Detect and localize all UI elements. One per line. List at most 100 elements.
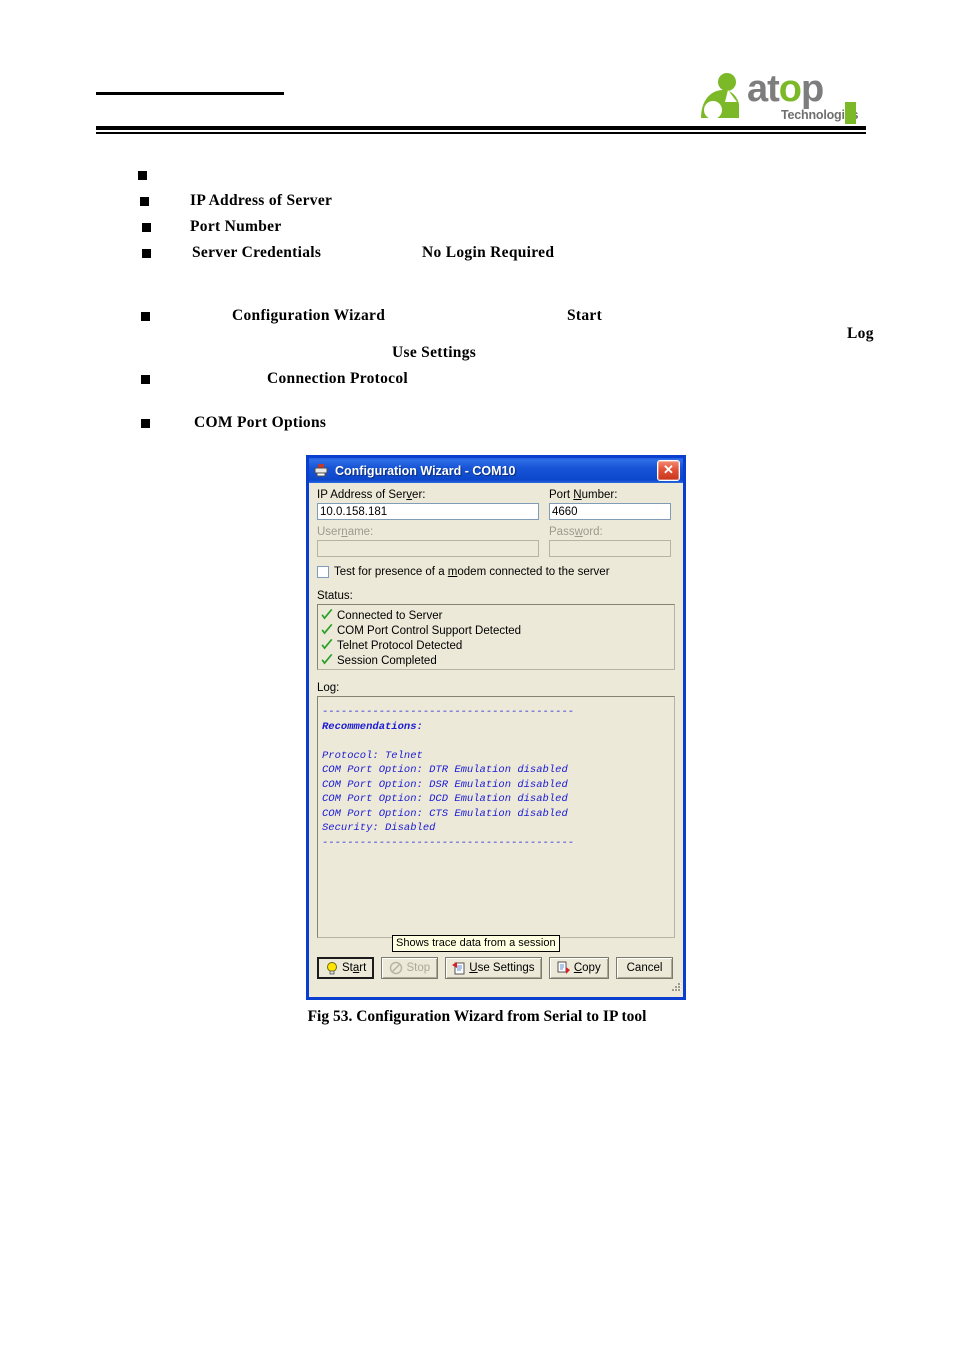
document-header: atop Technologies <box>0 0 954 140</box>
copy-post: opy <box>582 962 601 974</box>
log-line: ---------------------------------------- <box>322 706 575 718</box>
status-item-label: Session Completed <box>337 654 437 667</box>
check-icon <box>321 654 333 665</box>
status-item: Telnet Protocol Detected <box>320 638 672 653</box>
check-icon <box>321 609 333 620</box>
log-line: ---------------------------------------- <box>322 836 575 849</box>
username-label-post: ame: <box>347 526 374 538</box>
password-group: Password: <box>549 526 671 557</box>
dialog-title: Configuration Wizard - COM10 <box>335 463 516 478</box>
log-line: Protocol: Telnet <box>322 749 423 762</box>
port-number-group: Port Number: 4660 <box>549 489 671 520</box>
header-rule-thin <box>96 132 866 134</box>
log-line: Recommendations: <box>322 720 423 733</box>
use-settings-label: Use Settings <box>469 962 534 974</box>
status-list: Connected to Server COM Port Control Supp… <box>317 604 675 670</box>
port-label-post: umber: <box>581 489 618 501</box>
copy-key: C <box>573 962 583 974</box>
username-label-pre: User <box>317 526 342 538</box>
copy-icon <box>557 961 570 974</box>
dialog-body: IP Address of Server: 10.0.158.181 Port … <box>309 483 683 995</box>
use-settings-key: U <box>469 962 478 974</box>
ip-label-post: er: <box>412 489 426 501</box>
bullet-square-icon <box>142 223 151 232</box>
ip-label-pre: IP Address of Ser <box>317 489 407 501</box>
log-line: Security: Disabled <box>322 822 436 834</box>
password-label-post: ord: <box>582 526 603 538</box>
header-rule-thick <box>96 126 866 130</box>
modem-test-label: Test for presence of a modem connected t… <box>334 566 610 578</box>
ip-address-label: IP Address of Server: <box>317 489 539 501</box>
logo-at: at <box>747 68 780 110</box>
header-short-rule <box>96 92 284 95</box>
status-item-label: Connected to Server <box>337 609 443 622</box>
start-label: Start <box>342 962 366 974</box>
bullet-text: Use Settings <box>392 344 477 361</box>
bullet-square-icon <box>140 197 149 206</box>
bullet-square-icon <box>138 171 147 180</box>
modem-test-checkbox[interactable] <box>317 566 329 578</box>
atop-logo: atop Technologies <box>697 68 858 124</box>
logo-o: o <box>778 68 802 110</box>
bullet-row: Connection Protocol <box>0 367 954 393</box>
status-item: COM Port Control Support Detected <box>320 623 672 638</box>
dialog-titlebar[interactable]: Configuration Wizard - COM10 ✕ <box>306 455 686 483</box>
server-address-row: IP Address of Server: 10.0.158.181 Port … <box>317 489 675 520</box>
bullet-text: No Login Required <box>422 244 555 261</box>
username-group: Username: <box>317 526 539 557</box>
printer-icon <box>314 463 328 476</box>
password-label: Password: <box>549 526 671 538</box>
port-label-pre: Port <box>549 489 574 501</box>
status-section-label: Status: <box>317 590 353 602</box>
password-label-pre: Pass <box>549 526 575 538</box>
bullet-row: No Login Required <box>0 241 954 267</box>
resize-grip[interactable] <box>669 981 682 994</box>
log-line: COM Port Option: DTR Emulation disabled <box>322 764 568 776</box>
credentials-row: Username: Password: <box>317 526 675 557</box>
status-item-label: Telnet Protocol Detected <box>337 639 463 652</box>
use-settings-button[interactable]: Use Settings <box>445 957 542 979</box>
use-settings-post: se Settings <box>477 962 535 974</box>
status-item-label: COM Port Control Support Detected <box>337 624 522 637</box>
bullet-row: Use Settings <box>0 341 954 367</box>
atop-logo-mark-icon <box>701 73 739 119</box>
configuration-wizard-dialog: Configuration Wizard - COM10 ✕ IP Addres… <box>306 455 686 1000</box>
modem-test-checkbox-row[interactable]: Test for presence of a modem connected t… <box>317 566 675 578</box>
log-line: COM Port Option: CTS Emulation disabled <box>322 807 568 820</box>
log-line: COM Port Option: DCD Emulation disabled <box>322 793 568 805</box>
stop-label: Stop <box>406 962 431 974</box>
logo-green-bar <box>845 102 856 124</box>
bullet-row: Port Number <box>0 215 954 241</box>
stop-button: Stop <box>381 957 439 979</box>
dialog-button-row: Start Stop Use Settings Copy Cancel <box>317 957 674 979</box>
username-input <box>317 540 539 557</box>
bullet-text: Port Number <box>190 218 282 235</box>
ip-address-input[interactable]: 10.0.158.181 <box>317 503 539 520</box>
bullet-row: COM Port Options <box>0 411 954 437</box>
log-section-label: Log: <box>317 682 340 694</box>
password-input <box>549 540 671 557</box>
log-output[interactable]: ----------------------------------------… <box>317 696 675 938</box>
close-icon[interactable]: ✕ <box>657 460 680 481</box>
port-number-input[interactable]: 4660 <box>549 503 671 520</box>
copy-button[interactable]: Copy <box>548 957 610 979</box>
bullet-square-icon <box>141 375 150 384</box>
tooltip: Shows trace data from a session <box>392 935 560 952</box>
status-item: Session Completed <box>320 653 672 668</box>
bullet-row <box>0 163 954 189</box>
modem-label-post: odem connected to the server <box>457 566 610 578</box>
check-icon <box>321 639 333 650</box>
log-line: COM Port Option: DSR Emulation disabled <box>322 778 568 791</box>
start-button[interactable]: Start <box>317 957 375 979</box>
username-label: Username: <box>317 526 539 538</box>
bullet-text: IP Address of Server <box>190 192 333 209</box>
bullet-square-icon <box>141 419 150 428</box>
bullet-text: Connection Protocol <box>267 370 409 387</box>
bullet-text: COM Port Options <box>194 414 327 431</box>
atop-logo-wordmark: atop <box>747 68 824 110</box>
stop-icon <box>390 961 403 975</box>
apply-settings-icon <box>452 962 465 975</box>
cancel-button[interactable]: Cancel <box>616 957 674 979</box>
port-label-key: N <box>573 489 582 501</box>
figure-caption: Fig 53. Configuration Wizard from Serial… <box>307 1008 647 1025</box>
